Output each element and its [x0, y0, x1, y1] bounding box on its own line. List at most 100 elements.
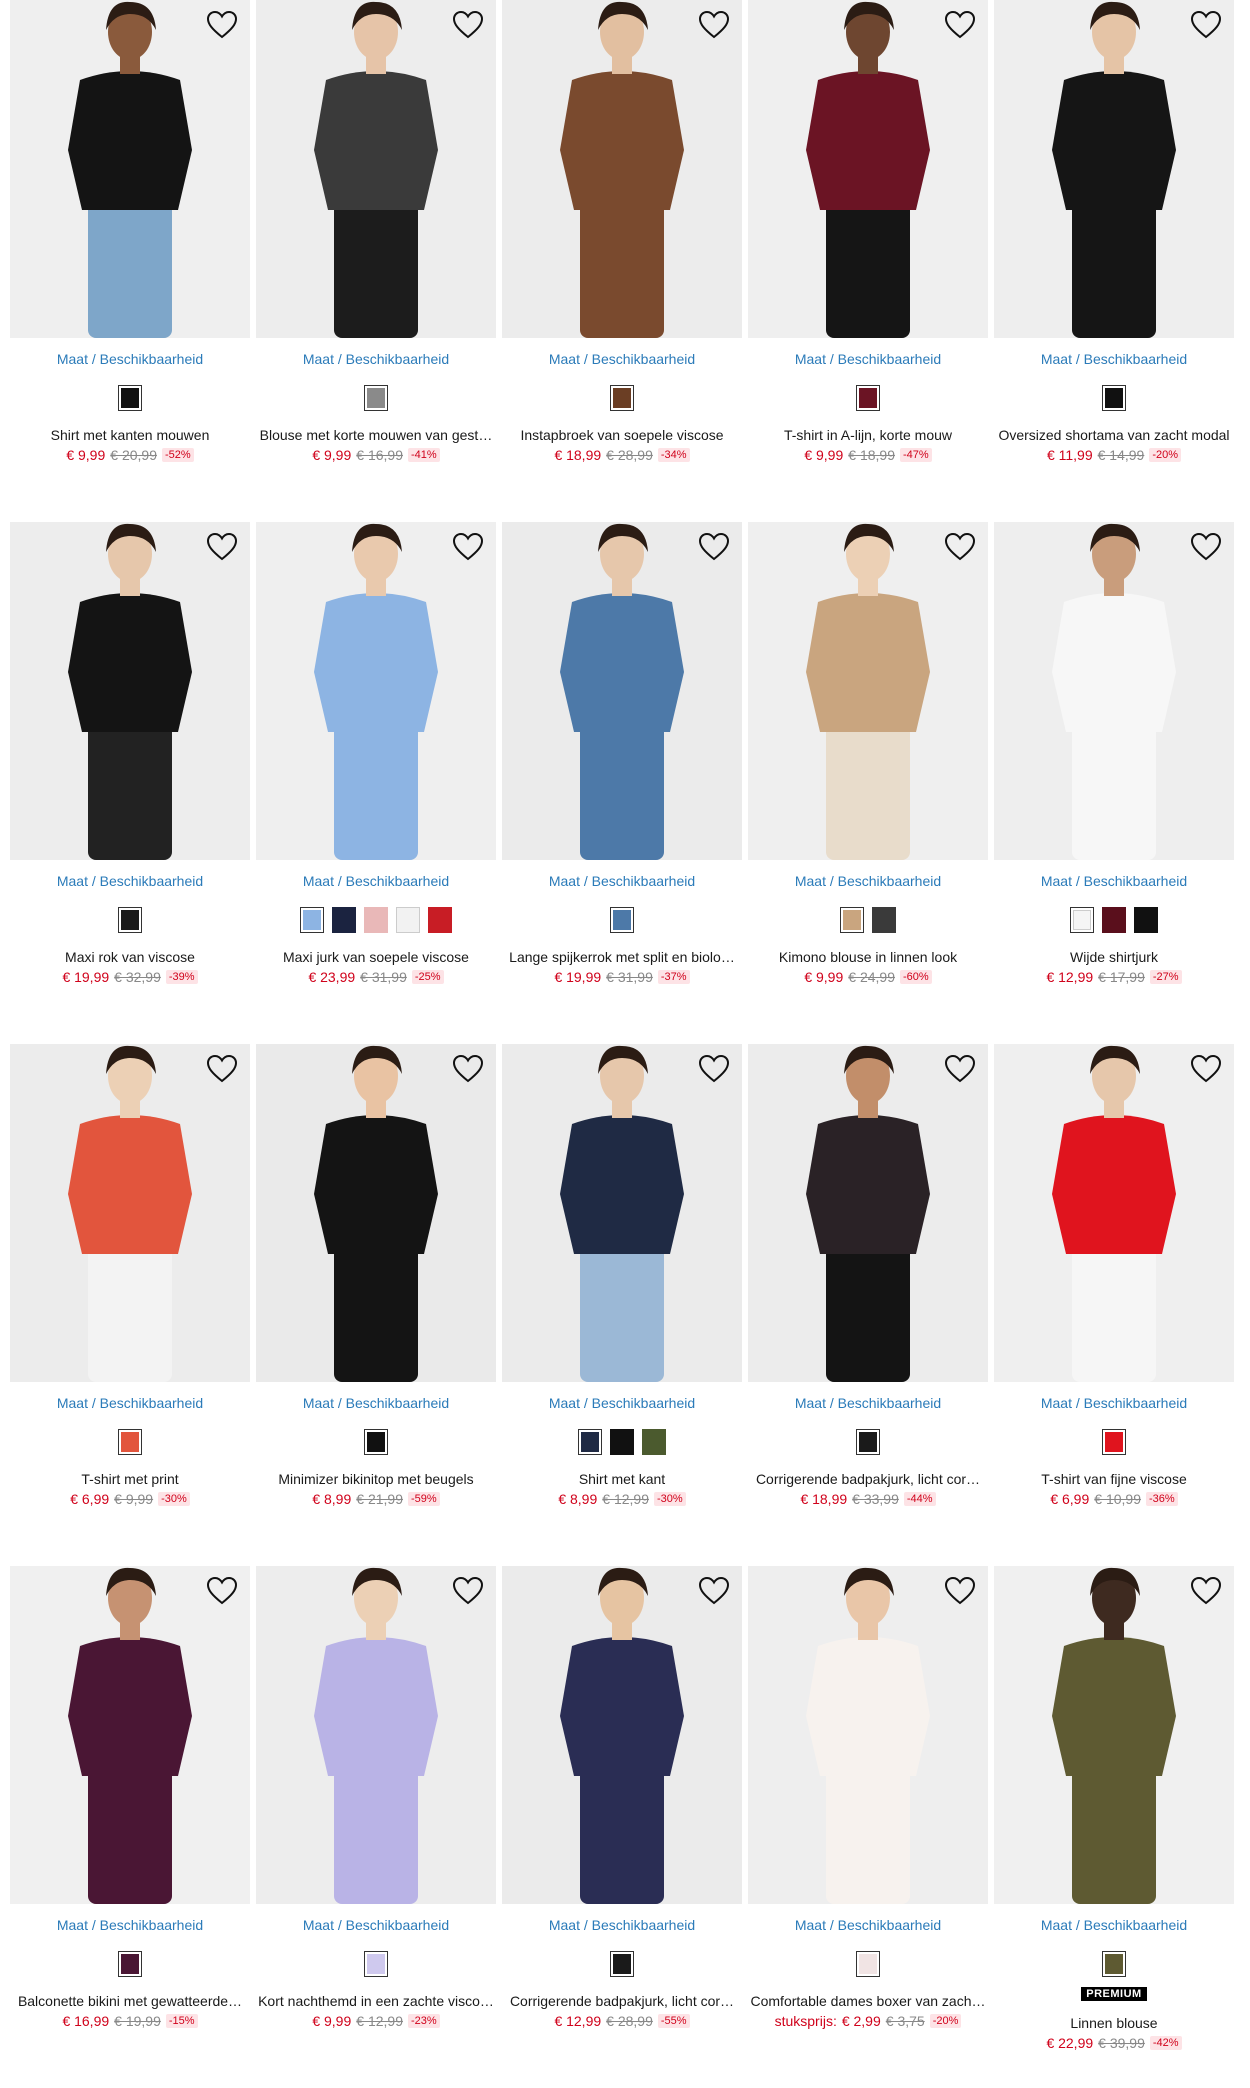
color-swatch[interactable] — [856, 385, 880, 411]
wishlist-heart-icon[interactable] — [452, 1054, 484, 1084]
product-image[interactable] — [502, 522, 742, 860]
product-image[interactable] — [10, 1566, 250, 1904]
size-availability-link[interactable]: Maat / Beschikbaarheid — [1041, 1917, 1187, 1933]
product-card[interactable]: Maat / Beschikbaarheid Corrigerende badp… — [502, 1566, 742, 2088]
color-swatch[interactable] — [332, 907, 356, 933]
color-swatch[interactable] — [396, 907, 420, 933]
size-availability-link[interactable]: Maat / Beschikbaarheid — [795, 1395, 941, 1411]
product-card[interactable]: Maat / Beschikbaarheid Instapbroek van s… — [502, 0, 742, 522]
color-swatch[interactable] — [1102, 907, 1126, 933]
wishlist-heart-icon[interactable] — [944, 1054, 976, 1084]
product-image[interactable] — [10, 0, 250, 338]
color-swatch[interactable] — [856, 1951, 880, 1977]
wishlist-heart-icon[interactable] — [206, 10, 238, 40]
product-name[interactable]: Instapbroek van soepele viscose — [504, 427, 740, 443]
wishlist-heart-icon[interactable] — [1190, 1576, 1222, 1606]
size-availability-link[interactable]: Maat / Beschikbaarheid — [57, 351, 203, 367]
product-image[interactable] — [994, 0, 1234, 338]
product-card[interactable]: Maat / Beschikbaarheid T-shirt van fijne… — [994, 1044, 1234, 1566]
color-swatch[interactable] — [1102, 1429, 1126, 1455]
product-name[interactable]: Shirt met kant — [504, 1471, 740, 1487]
product-image[interactable] — [256, 0, 496, 338]
size-availability-link[interactable]: Maat / Beschikbaarheid — [549, 351, 695, 367]
product-image[interactable] — [10, 522, 250, 860]
size-availability-link[interactable]: Maat / Beschikbaarheid — [1041, 1395, 1187, 1411]
size-availability-link[interactable]: Maat / Beschikbaarheid — [795, 873, 941, 889]
size-availability-link[interactable]: Maat / Beschikbaarheid — [549, 1917, 695, 1933]
wishlist-heart-icon[interactable] — [206, 532, 238, 562]
product-image[interactable] — [748, 522, 988, 860]
product-image[interactable] — [748, 0, 988, 338]
wishlist-heart-icon[interactable] — [698, 1054, 730, 1084]
color-swatch[interactable] — [610, 1429, 634, 1455]
product-card[interactable]: Maat / Beschikbaarheid PREMIUM Linnen bl… — [994, 1566, 1234, 2088]
product-name[interactable]: T-shirt van fijne viscose — [996, 1471, 1232, 1487]
color-swatch[interactable] — [1102, 385, 1126, 411]
size-availability-link[interactable]: Maat / Beschikbaarheid — [1041, 873, 1187, 889]
color-swatch[interactable] — [428, 907, 452, 933]
product-card[interactable]: Maat / Beschikbaarheid Shirt met kanten … — [10, 0, 250, 522]
product-card[interactable]: Maat / Beschikbaarheid Wijde shirtjurk €… — [994, 522, 1234, 1044]
product-name[interactable]: Shirt met kanten mouwen — [12, 427, 248, 443]
product-image[interactable] — [748, 1044, 988, 1382]
size-availability-link[interactable]: Maat / Beschikbaarheid — [57, 1917, 203, 1933]
wishlist-heart-icon[interactable] — [1190, 1054, 1222, 1084]
wishlist-heart-icon[interactable] — [698, 1576, 730, 1606]
color-swatch[interactable] — [610, 1951, 634, 1977]
color-swatch[interactable] — [118, 1951, 142, 1977]
color-swatch[interactable] — [1070, 907, 1094, 933]
product-name[interactable]: Maxi jurk van soepele viscose — [258, 949, 494, 965]
wishlist-heart-icon[interactable] — [944, 532, 976, 562]
size-availability-link[interactable]: Maat / Beschikbaarheid — [795, 1917, 941, 1933]
product-name[interactable]: Corrigerende badpakjurk, licht cor… — [504, 1993, 740, 2009]
product-card[interactable]: Maat / Beschikbaarheid Kimono blouse in … — [748, 522, 988, 1044]
color-swatch[interactable] — [610, 907, 634, 933]
product-card[interactable]: Maat / Beschikbaarheid Maxi rok van visc… — [10, 522, 250, 1044]
wishlist-heart-icon[interactable] — [452, 10, 484, 40]
wishlist-heart-icon[interactable] — [452, 532, 484, 562]
product-image[interactable] — [748, 1566, 988, 1904]
product-card[interactable]: Maat / Beschikbaarheid Lange spijkerrok … — [502, 522, 742, 1044]
product-card[interactable]: Maat / Beschikbaarheid Blouse met korte … — [256, 0, 496, 522]
wishlist-heart-icon[interactable] — [698, 10, 730, 40]
color-swatch[interactable] — [856, 1429, 880, 1455]
product-name[interactable]: Kort nachthemd in een zachte visco… — [258, 1993, 494, 2009]
product-name[interactable]: Maxi rok van viscose — [12, 949, 248, 965]
product-image[interactable] — [994, 1566, 1234, 1904]
product-name[interactable]: Linnen blouse — [996, 2015, 1232, 2031]
wishlist-heart-icon[interactable] — [1190, 532, 1222, 562]
product-card[interactable]: Maat / Beschikbaarheid T-shirt met print… — [10, 1044, 250, 1566]
color-swatch[interactable] — [840, 907, 864, 933]
wishlist-heart-icon[interactable] — [452, 1576, 484, 1606]
wishlist-heart-icon[interactable] — [1190, 10, 1222, 40]
product-image[interactable] — [502, 0, 742, 338]
wishlist-heart-icon[interactable] — [206, 1054, 238, 1084]
product-name[interactable]: Oversized shortama van zacht modal — [996, 427, 1232, 443]
wishlist-heart-icon[interactable] — [944, 10, 976, 40]
product-card[interactable]: Maat / Beschikbaarheid Minimizer bikinit… — [256, 1044, 496, 1566]
size-availability-link[interactable]: Maat / Beschikbaarheid — [795, 351, 941, 367]
product-name[interactable]: Minimizer bikinitop met beugels — [258, 1471, 494, 1487]
size-availability-link[interactable]: Maat / Beschikbaarheid — [303, 1917, 449, 1933]
product-image[interactable] — [502, 1566, 742, 1904]
color-swatch[interactable] — [1134, 907, 1158, 933]
wishlist-heart-icon[interactable] — [206, 1576, 238, 1606]
size-availability-link[interactable]: Maat / Beschikbaarheid — [57, 1395, 203, 1411]
product-image[interactable] — [994, 522, 1234, 860]
color-swatch[interactable] — [364, 385, 388, 411]
product-name[interactable]: Corrigerende badpakjurk, licht cor… — [750, 1471, 986, 1487]
color-swatch[interactable] — [364, 1951, 388, 1977]
size-availability-link[interactable]: Maat / Beschikbaarheid — [1041, 351, 1187, 367]
product-name[interactable]: Balconette bikini met gewatteerde… — [12, 1993, 248, 2009]
product-image[interactable] — [256, 522, 496, 860]
color-swatch[interactable] — [364, 907, 388, 933]
color-swatch[interactable] — [118, 1429, 142, 1455]
product-card[interactable]: Maat / Beschikbaarheid Maxi jurk van soe… — [256, 522, 496, 1044]
size-availability-link[interactable]: Maat / Beschikbaarheid — [303, 873, 449, 889]
color-swatch[interactable] — [642, 1429, 666, 1455]
product-name[interactable]: T-shirt in A-lijn, korte mouw — [750, 427, 986, 443]
product-image[interactable] — [256, 1566, 496, 1904]
product-card[interactable]: Maat / Beschikbaarheid Oversized shortam… — [994, 0, 1234, 522]
product-name[interactable]: T-shirt met print — [12, 1471, 248, 1487]
color-swatch[interactable] — [118, 385, 142, 411]
